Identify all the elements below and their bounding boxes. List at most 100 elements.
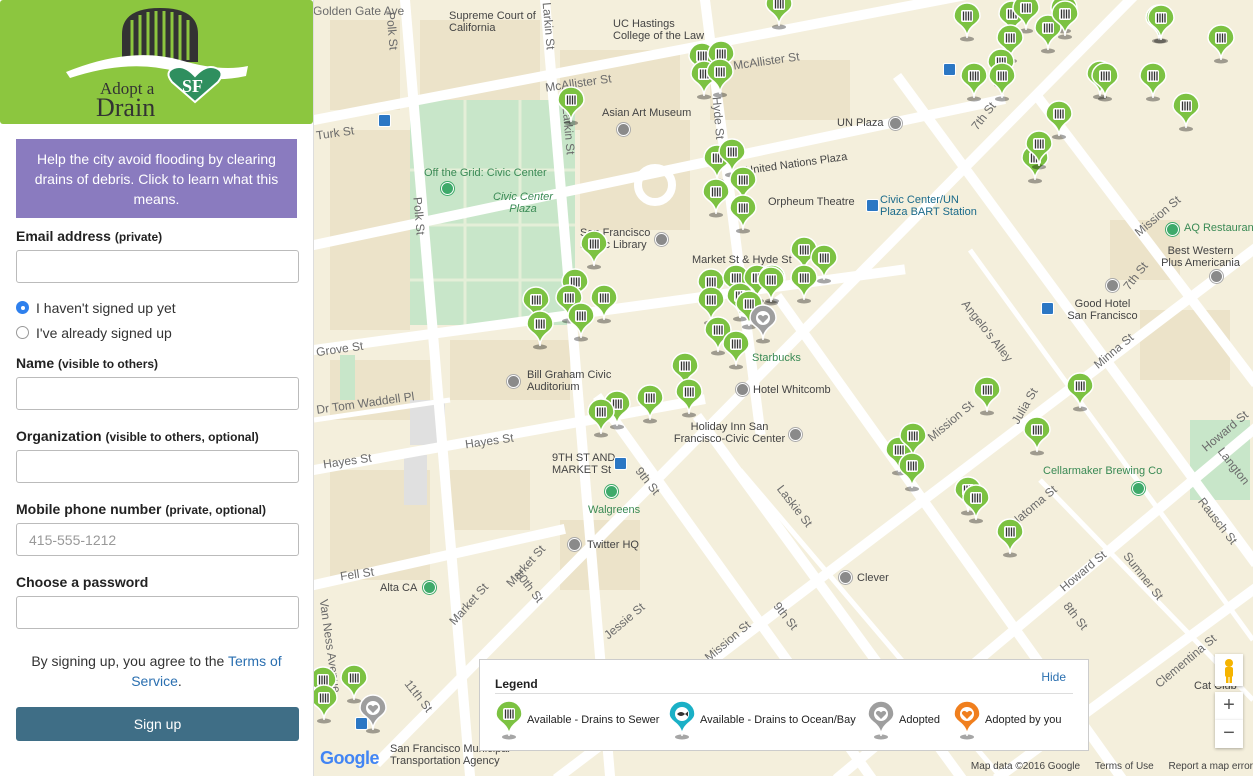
name-field[interactable] [16, 377, 299, 410]
fish-icon [668, 700, 696, 740]
organization-label: Organization (visible to others, optiona… [16, 428, 297, 444]
organization-field[interactable] [16, 450, 299, 483]
hotel-icon[interactable] [736, 383, 749, 396]
drain-marker[interactable] [757, 266, 785, 306]
drain-marker[interactable] [790, 264, 818, 304]
legend: Legend Hide Available - Drains to Sewer … [479, 659, 1089, 751]
zoom-in-button[interactable]: + [1215, 692, 1243, 720]
drain-marker[interactable] [557, 86, 585, 126]
svg-text:SF: SF [182, 76, 203, 96]
map-label-orpheum-theatre: Orpheum Theatre [768, 196, 855, 208]
drain-marker[interactable] [702, 178, 730, 218]
drain-marker[interactable] [675, 378, 703, 418]
restaurant-icon[interactable] [441, 182, 454, 195]
drain-marker[interactable] [1051, 0, 1079, 40]
organization-hint: (visible to others, optional) [105, 430, 259, 444]
drain-marker[interactable] [960, 62, 988, 102]
terms-prefix: By signing up, you agree to the [31, 653, 228, 669]
transit-icon[interactable] [943, 63, 956, 76]
email-field[interactable] [16, 250, 299, 283]
transit-icon[interactable] [378, 114, 391, 127]
terms-of-use-link[interactable]: Terms of Use [1095, 761, 1154, 772]
legend-item-adopted: Adopted [867, 700, 940, 740]
bar-icon[interactable] [1132, 482, 1145, 495]
office-icon[interactable] [839, 571, 852, 584]
drain-marker[interactable] [722, 330, 750, 370]
drain-marker[interactable] [898, 452, 926, 492]
phone-field[interactable] [16, 523, 299, 556]
adopted-drain-marker[interactable] [749, 304, 777, 344]
drain-marker[interactable] [962, 484, 990, 524]
radio-not-signed-up-label: I haven't signed up yet [36, 299, 176, 316]
map-label-uc-hastings: UC Hastings College of the Law [613, 18, 705, 42]
email-hint: (private) [114, 230, 163, 244]
radio-button[interactable] [16, 326, 29, 339]
zoom-out-button[interactable]: − [1215, 720, 1243, 748]
email-label-text: Email address [16, 228, 111, 244]
logo-bar: Adopt a Drain SF [0, 0, 313, 124]
drain-marker[interactable] [1023, 416, 1051, 456]
drain-marker[interactable] [580, 230, 608, 270]
hotel-icon[interactable] [789, 428, 802, 441]
restaurant-icon[interactable] [423, 581, 436, 594]
legend-label-sewer: Available - Drains to Sewer [527, 714, 660, 726]
phone-hint: (private, optional) [165, 503, 267, 517]
drain-marker[interactable] [1139, 62, 1167, 102]
heart-icon [953, 700, 981, 740]
legend-item-ocean: Available - Drains to Ocean/Bay [668, 700, 856, 740]
drain-marker[interactable] [636, 384, 664, 424]
drain-marker[interactable] [973, 376, 1001, 416]
drain-marker[interactable] [729, 194, 757, 234]
report-error-link[interactable]: Report a map error [1169, 761, 1253, 772]
drain-marker[interactable] [1066, 372, 1094, 412]
phone-label-text: Mobile phone number [16, 501, 162, 517]
library-icon[interactable] [655, 233, 668, 246]
drain-marker[interactable] [706, 58, 734, 98]
radio-button-selected[interactable] [16, 301, 29, 314]
drain-marker[interactable] [587, 398, 615, 438]
transit-icon[interactable] [866, 199, 879, 212]
legend-divider [495, 693, 1073, 694]
adopted-drain-marker[interactable] [359, 694, 387, 734]
terms-notice: By signing up, you agree to the Terms of… [16, 651, 297, 691]
password-field[interactable] [16, 596, 299, 629]
street-polk-south: Polk St [410, 196, 428, 236]
museum-icon[interactable] [617, 123, 630, 136]
adopt-a-drain-logo[interactable]: Adopt a Drain SF [60, 6, 260, 120]
radio-not-signed-up[interactable]: I haven't signed up yet [16, 295, 297, 320]
radio-already-signed-up[interactable]: I've already signed up [16, 320, 297, 345]
street-view-pegman-icon[interactable] [1215, 654, 1243, 686]
sign-up-button[interactable]: Sign up [16, 707, 299, 741]
camera-icon[interactable] [889, 117, 902, 130]
restaurant-icon[interactable] [1166, 223, 1179, 236]
map-label-holiday-inn: Holiday Inn San Francisco-Civic Center [673, 421, 786, 445]
map-label-cellarmaker: Cellarmaker Brewing Co [1043, 465, 1163, 477]
hotel-icon[interactable] [1210, 270, 1223, 283]
drain-marker[interactable] [765, 0, 793, 30]
transit-icon[interactable] [614, 457, 627, 470]
drain-marker[interactable] [988, 62, 1016, 102]
drain-marker[interactable] [526, 310, 554, 350]
music-venue-icon[interactable] [507, 375, 520, 388]
transit-icon[interactable] [1041, 302, 1054, 315]
legend-title: Legend [495, 677, 538, 691]
heart-icon [867, 700, 895, 740]
street-larkin: Larkin St [539, 1, 558, 51]
drain-marker[interactable] [1172, 92, 1200, 132]
drain-marker[interactable] [567, 302, 595, 342]
office-icon[interactable] [568, 538, 581, 551]
drain-marker[interactable] [310, 684, 338, 724]
drain-marker[interactable] [996, 518, 1024, 558]
landmark-icon[interactable] [1106, 279, 1119, 292]
drain-grate-icon [495, 700, 523, 740]
legend-hide-link[interactable]: Hide [1041, 670, 1066, 684]
drain-marker[interactable] [1147, 4, 1175, 44]
svg-text:Drain: Drain [96, 93, 155, 120]
drain-marker[interactable] [953, 2, 981, 42]
pharmacy-icon[interactable] [605, 485, 618, 498]
info-banner[interactable]: Help the city avoid flooding by clearing… [16, 139, 297, 218]
drain-marker[interactable] [1025, 130, 1053, 170]
drain-marker[interactable] [1091, 62, 1119, 102]
drain-marker[interactable] [1207, 24, 1235, 64]
legend-label-ocean: Available - Drains to Ocean/Bay [700, 714, 856, 726]
